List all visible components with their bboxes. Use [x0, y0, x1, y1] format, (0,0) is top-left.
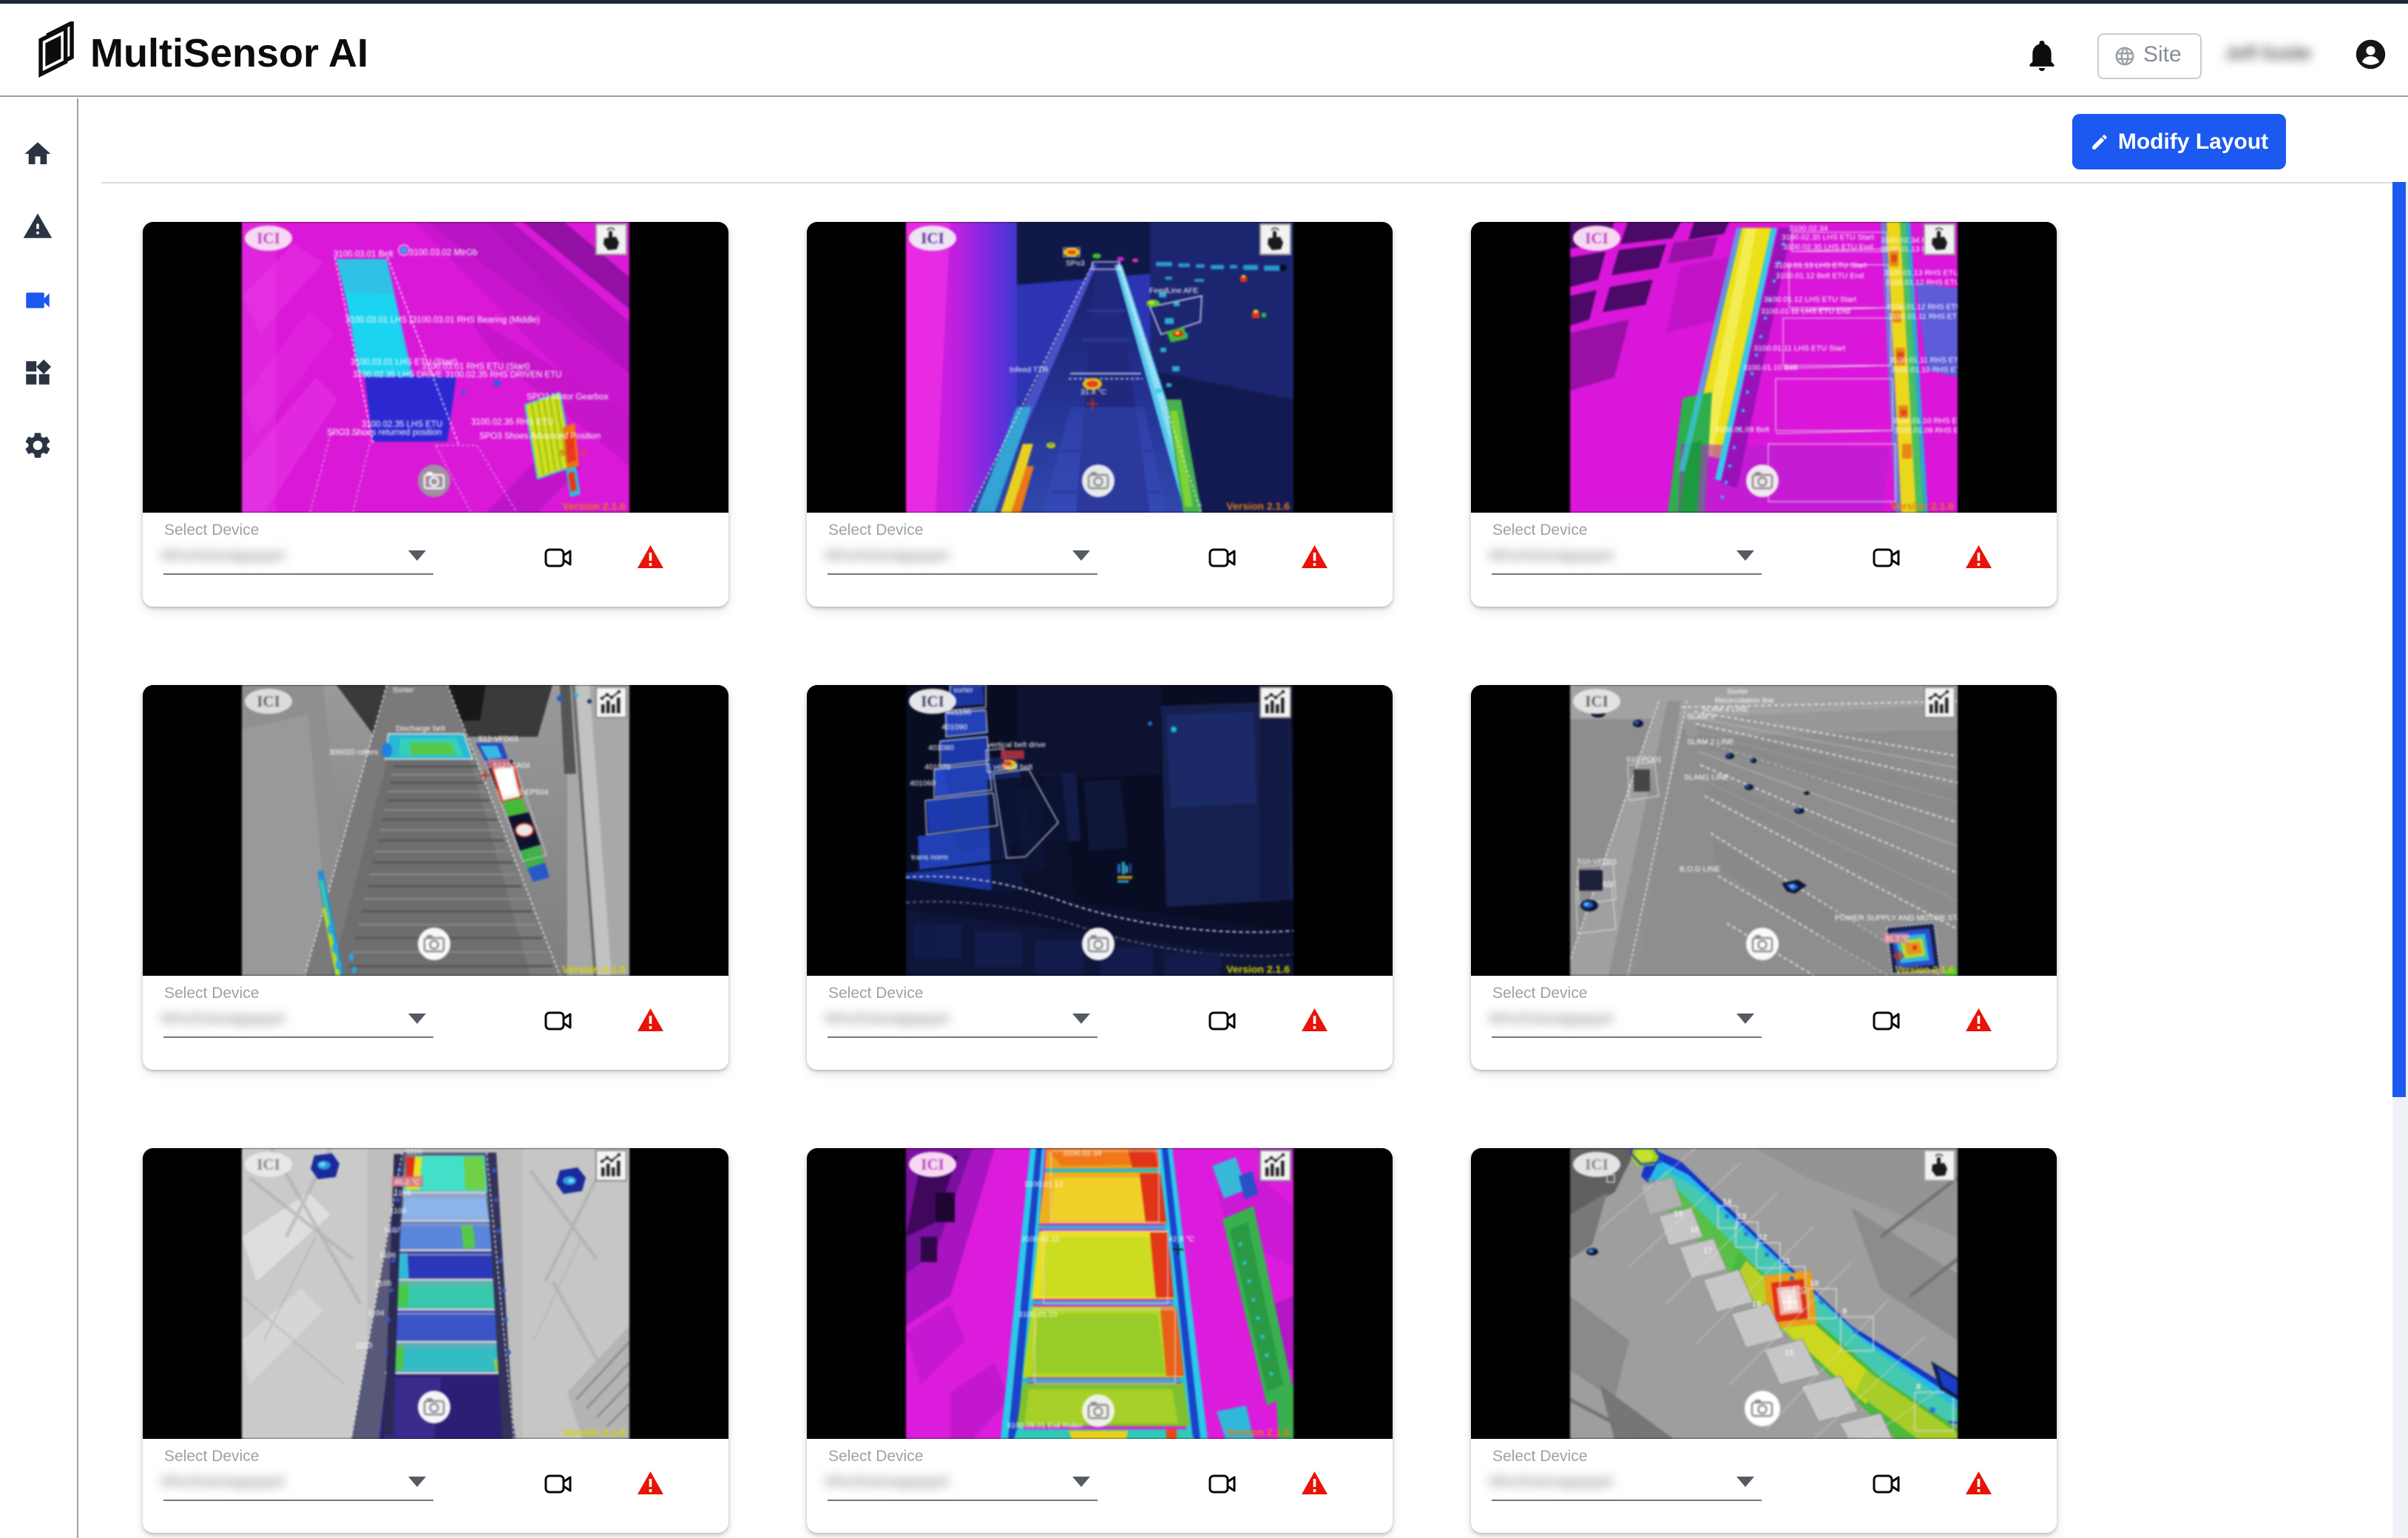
svg-text:Recirculation line: Recirculation line	[1715, 696, 1774, 705]
svg-text:SPO3 Motor Gearbox: SPO3 Motor Gearbox	[527, 393, 609, 402]
svg-text:11: 11	[1782, 1257, 1790, 1266]
svg-text:3100.01.10 Belt: 3100.01.10 Belt	[1743, 363, 1798, 372]
svg-text:512-EP504: 512-EP504	[510, 788, 549, 797]
svg-text:3100.03.01 LHS (3100.03.01 RHS: 3100.03.01 LHS (3100.03.01 RHS Bearing (…	[345, 316, 540, 325]
svg-text:3100.02.34: 3100.02.34	[1789, 224, 1828, 233]
svg-text:3100.03.02 MtrGb: 3100.03.02 MtrGb	[409, 249, 478, 257]
svg-text:1105: 1105	[375, 1279, 392, 1288]
svg-text:ICI: ICI	[921, 692, 944, 710]
svg-text:Version 2.1.6: Version 2.1.6	[1226, 500, 1290, 512]
svg-text:Sorter: Sorter	[393, 686, 414, 695]
svg-text:3100.02.35 LHS DRIVE 3100.02.3: 3100.02.35 LHS DRIVE 3100.02.35 RHS DRIV…	[353, 371, 562, 380]
svg-text:ICI: ICI	[257, 692, 280, 710]
svg-text:512-VFD03: 512-VFD03	[478, 735, 518, 743]
svg-text:401060: 401060	[910, 779, 936, 788]
svg-text:1109: 1109	[394, 1189, 411, 1198]
svg-text:3100.01.11 RHS ETU End: 3100.01.11 RHS ETU End	[1888, 312, 1958, 321]
svg-text:Sorter: Sorter	[1727, 687, 1748, 696]
svg-text:31.4 °C: 31.4 °C	[1080, 388, 1107, 397]
svg-text:Version 2.1.6: Version 2.1.6	[1226, 1426, 1290, 1438]
svg-text:3100.01.10: 3100.01.10	[1018, 1310, 1058, 1319]
svg-text:1108: 1108	[390, 1207, 407, 1215]
svg-text:18: 18	[1690, 1226, 1699, 1235]
svg-text:15: 15	[1785, 1349, 1793, 1357]
svg-text:8: 8	[1916, 1383, 1921, 1392]
svg-text:14: 14	[1722, 1198, 1732, 1207]
svg-text:3100.01.11: 3100.01.11	[1021, 1235, 1060, 1244]
svg-text:SLAM 3: SLAM 3	[1687, 712, 1715, 721]
svg-text:1110: 1110	[406, 1148, 422, 1156]
svg-text:12: 12	[1758, 1233, 1767, 1242]
svg-text:ICI: ICI	[257, 1156, 280, 1173]
svg-text:16: 16	[1752, 1300, 1761, 1309]
svg-text:sorter: sorter	[953, 686, 973, 695]
svg-text:vertical belt drive: vertical belt drive	[987, 741, 1046, 749]
svg-text:3100.01.11 LHS ETU Start: 3100.01.11 LHS ETU Start	[1753, 344, 1845, 353]
svg-text:1103: 1103	[356, 1341, 373, 1350]
svg-text:3100.02.35 LHS ETU Start: 3100.02.35 LHS ETU Start	[1782, 233, 1874, 242]
svg-text:3100.01.12 Belt ETU End: 3100.01.12 Belt ETU End	[1776, 271, 1864, 280]
svg-text:ICI: ICI	[921, 229, 944, 247]
svg-text:3100.03.01 Belt: 3100.03.01 Belt	[334, 250, 393, 259]
svg-text:ICI: ICI	[1585, 692, 1609, 710]
svg-text:3100.02.35 LHS ETU End: 3100.02.35 LHS ETU End	[1783, 243, 1873, 252]
svg-text:46.2 °C: 46.2 °C	[394, 1178, 421, 1187]
svg-text:401080: 401080	[928, 743, 954, 752]
svg-text:51.7 °C: 51.7 °C	[560, 449, 587, 458]
svg-text:306020 rollers: 306020 rollers	[329, 748, 379, 757]
svg-text:3100.01.12: 3100.01.12	[1024, 1180, 1063, 1189]
svg-text:ICI: ICI	[257, 229, 280, 247]
svg-text:42.8 °C: 42.8 °C	[1169, 1235, 1195, 1244]
svg-text:1107: 1107	[384, 1226, 401, 1235]
svg-text:19: 19	[1674, 1210, 1682, 1218]
svg-text:Discharge belt: Discharge belt	[396, 724, 445, 733]
svg-text:B.O.D LINE: B.O.D LINE	[1680, 865, 1720, 874]
svg-text:3100.01.09 RHS ETU End: 3100.01.09 RHS ETU End	[1894, 426, 1958, 435]
svg-text:SPO3 Shoes returned position: SPO3 Shoes returned position	[327, 428, 442, 437]
svg-text:trans norm: trans norm	[911, 853, 948, 862]
svg-text:3100.02.34: 3100.02.34	[1063, 1149, 1102, 1158]
svg-text:vertical belt: vertical belt	[993, 763, 1032, 772]
svg-text:20: 20	[1647, 1177, 1656, 1186]
svg-text:SLAM 2 LINE: SLAM 2 LINE	[1687, 738, 1734, 746]
svg-text:POWER SUPPLY AND MOTOR STARTER: POWER SUPPLY AND MOTOR STARTER	[1835, 914, 1958, 923]
svg-text:Version 2.1.6: Version 2.1.6	[1890, 500, 1954, 512]
svg-text:3100.01.09 Belt: 3100.01.09 Belt	[1715, 425, 1770, 434]
svg-text:3100.01.11 RHS ETU Start: 3100.01.11 RHS ETU Start	[1890, 356, 1958, 365]
svg-text:3100.01.10 RHS ETU End: 3100.01.10 RHS ETU End	[1891, 365, 1958, 374]
svg-text:31.7 °C: 31.7 °C	[1885, 935, 1910, 943]
svg-text:Version 2.1.6: Version 2.1.6	[1226, 963, 1290, 975]
svg-text:ICI: ICI	[1585, 229, 1609, 247]
svg-text:FeedLine AFE: FeedLine AFE	[1149, 286, 1199, 295]
svg-text:SLAM1 LINE: SLAM1 LINE	[1684, 773, 1729, 782]
svg-text:10: 10	[1810, 1279, 1819, 1288]
svg-text:ICI: ICI	[1585, 1156, 1609, 1173]
svg-text:1104: 1104	[368, 1309, 385, 1318]
svg-text:401070: 401070	[924, 763, 950, 772]
svg-text:3100.01.12 RHS ETU End: 3100.01.12 RHS ETU End	[1885, 278, 1958, 287]
svg-text:3100.09.01 Exit Roller: 3100.09.01 Exit Roller	[1007, 1421, 1083, 1430]
svg-text:9: 9	[1842, 1307, 1847, 1316]
svg-text:17: 17	[1703, 1247, 1712, 1255]
svg-text:ICI: ICI	[921, 1156, 944, 1173]
svg-text:SPo3: SPo3	[1066, 259, 1085, 268]
svg-text:Version 2.1.6: Version 2.1.6	[562, 1426, 626, 1438]
svg-text:1106: 1106	[379, 1251, 396, 1260]
svg-text:5127CA04: 5127CA04	[493, 761, 530, 770]
svg-text:Version 2.1.6: Version 2.1.6	[562, 963, 626, 975]
svg-text:Infeed TTR: Infeed TTR	[1009, 365, 1049, 374]
svg-text:13: 13	[1737, 1212, 1746, 1221]
svg-text:Version 2.1.6: Version 2.1.6	[1895, 964, 1955, 975]
svg-text:3100.01.10 RHS ETU Start: 3100.01.10 RHS ETU Start	[1893, 416, 1958, 425]
svg-text:3100.01.12 RHS ETU Start: 3100.01.12 RHS ETU Start	[1887, 303, 1958, 311]
svg-text:3100.01.13 RHS ETU Start: 3100.01.13 RHS ETU Start	[1884, 269, 1958, 277]
svg-text:3100.01.13 LHS ETU Start: 3100.01.13 LHS ETU Start	[1774, 261, 1867, 270]
svg-text:Version 2.1.6: Version 2.1.6	[562, 500, 626, 512]
svg-text:3100.01.11 LHS ETU End: 3100.01.11 LHS ETU End	[1761, 307, 1850, 316]
svg-text:3100.01.12 LHS ETU Start: 3100.01.12 LHS ETU Start	[1764, 295, 1856, 304]
svg-text:401090: 401090	[941, 723, 967, 732]
svg-text:SPO3 Shoes Advanced Position: SPO3 Shoes Advanced Position	[479, 432, 601, 441]
svg-text:3100.02.35 RHS ETU: 3100.02.35 RHS ETU	[471, 418, 553, 427]
